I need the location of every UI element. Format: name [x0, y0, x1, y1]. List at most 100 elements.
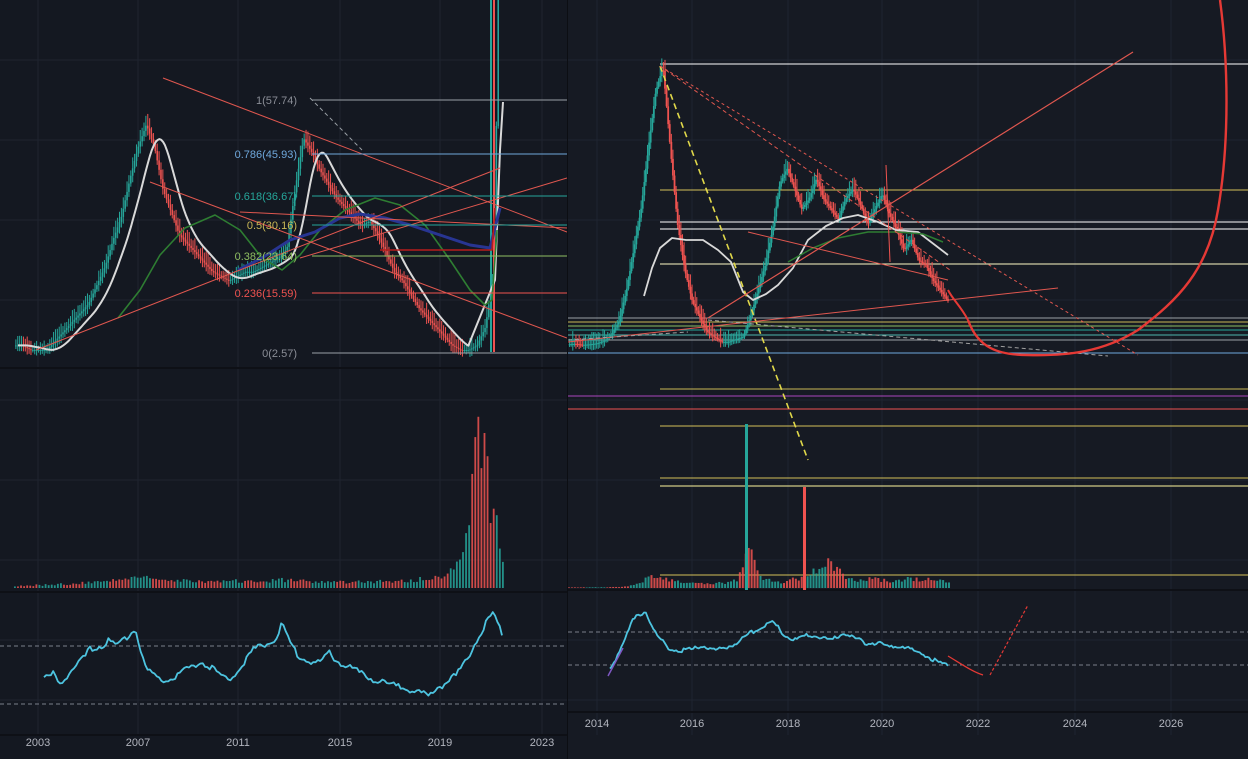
- candle-body: [769, 242, 771, 251]
- candle-body: [619, 315, 622, 322]
- volume-bar: [706, 583, 709, 588]
- candle-body: [589, 344, 592, 346]
- candle-body: [79, 313, 81, 316]
- volume-bar: [741, 567, 744, 588]
- candle-body: [691, 293, 693, 301]
- candle-body: [113, 237, 115, 244]
- volume-bar: [336, 581, 339, 588]
- right-chart-canvas[interactable]: 2014 2016 2018 2020 2022 2024 2026: [568, 0, 1248, 759]
- volume-bar: [700, 582, 703, 588]
- candle-body: [416, 301, 419, 306]
- candle-body: [848, 193, 851, 197]
- candle-body: [819, 186, 822, 191]
- candle-body: [740, 337, 743, 339]
- volume-bar: [785, 581, 788, 588]
- volume-bar: [703, 584, 706, 588]
- volume-bar: [149, 578, 151, 588]
- candle-body: [325, 178, 328, 182]
- candle-body: [158, 160, 160, 170]
- candle-body: [444, 335, 447, 338]
- volume-bar: [942, 580, 945, 588]
- candle-body: [337, 197, 339, 200]
- candle-body: [600, 341, 603, 343]
- volume-bar: [841, 573, 844, 588]
- candle-body: [845, 198, 848, 202]
- candle-body: [659, 76, 662, 82]
- volume-bar: [121, 579, 124, 588]
- candle-body: [135, 153, 138, 162]
- volume-bar: [688, 582, 691, 588]
- trend-line: [659, 65, 1139, 356]
- candle-body: [929, 271, 932, 275]
- volume-bar: [293, 581, 296, 588]
- candle-body: [598, 342, 601, 344]
- candle-body: [595, 343, 598, 345]
- candle-body: [840, 210, 843, 216]
- volume-bar: [570, 587, 573, 588]
- candle-body: [776, 196, 779, 207]
- volume-bar: [56, 583, 59, 588]
- volume-bar: [238, 582, 240, 588]
- volume-bar: [915, 577, 918, 588]
- candle-body: [130, 175, 132, 184]
- candle-body: [327, 181, 330, 185]
- candle-body: [853, 189, 856, 192]
- candle-body: [258, 268, 260, 270]
- candle-body: [56, 338, 59, 341]
- fib-level-label: 0.5(30.16): [247, 220, 297, 232]
- candle-body: [73, 319, 76, 322]
- volume-bar: [927, 577, 930, 588]
- candle-body: [380, 238, 383, 243]
- volume-bar: [774, 581, 777, 588]
- candle-body: [252, 271, 255, 273]
- volume-bar: [936, 580, 939, 588]
- candle-body: [163, 188, 166, 195]
- candle-body: [827, 203, 830, 206]
- volume-bar: [188, 580, 191, 588]
- volume-bar: [124, 578, 127, 588]
- candle-body: [374, 228, 377, 232]
- left-chart-panel[interactable]: 1(57.74) 0.786(45.93) 0.618(36.67) 0.5(30.1…: [0, 0, 567, 759]
- candle-body: [724, 341, 727, 343]
- candle-body: [617, 321, 620, 325]
- candle-body: [687, 280, 690, 287]
- volume-bar: [886, 581, 889, 588]
- volume-bar: [912, 581, 915, 588]
- volume-bar: [644, 577, 647, 588]
- fib-trend-line: [309, 97, 363, 151]
- candle-body: [194, 250, 196, 253]
- candle-body: [84, 307, 87, 310]
- candle-body: [683, 255, 685, 266]
- volume-bar: [379, 579, 382, 588]
- candle-body: [243, 272, 245, 274]
- candle-body: [835, 214, 838, 218]
- candle-body: [921, 261, 924, 263]
- volume-bar: [327, 581, 329, 588]
- volume-bar: [422, 580, 425, 588]
- candle-body: [148, 128, 151, 134]
- volume-bar: [635, 583, 638, 588]
- candle-body: [339, 199, 341, 202]
- candle-body: [203, 260, 206, 263]
- candle-body: [331, 188, 334, 192]
- volume-bar: [906, 576, 909, 588]
- candle-body: [718, 339, 720, 341]
- right-chart-panel[interactable]: 2014 2016 2018 2020 2022 2024 2026: [568, 0, 1248, 759]
- candle-body: [651, 118, 654, 131]
- candle-body: [826, 201, 829, 204]
- candle-body: [301, 145, 304, 158]
- candle-body: [611, 332, 614, 335]
- volume-bar: [489, 523, 492, 588]
- candle-body: [780, 181, 782, 187]
- candle-body: [116, 227, 119, 233]
- left-chart-canvas[interactable]: 1(57.74) 0.786(45.93) 0.618(36.67) 0.5(30.1…: [0, 0, 567, 759]
- volume-bar: [568, 587, 570, 588]
- candle-body: [305, 139, 307, 143]
- volume-bar: [918, 581, 921, 588]
- x-axis-tick-label: 2023: [530, 737, 554, 749]
- candle-body: [81, 311, 83, 314]
- x-axis-tick-label: 2014: [585, 718, 609, 730]
- candle-body: [233, 277, 236, 280]
- candle-body: [587, 344, 590, 346]
- candle-body: [648, 142, 650, 156]
